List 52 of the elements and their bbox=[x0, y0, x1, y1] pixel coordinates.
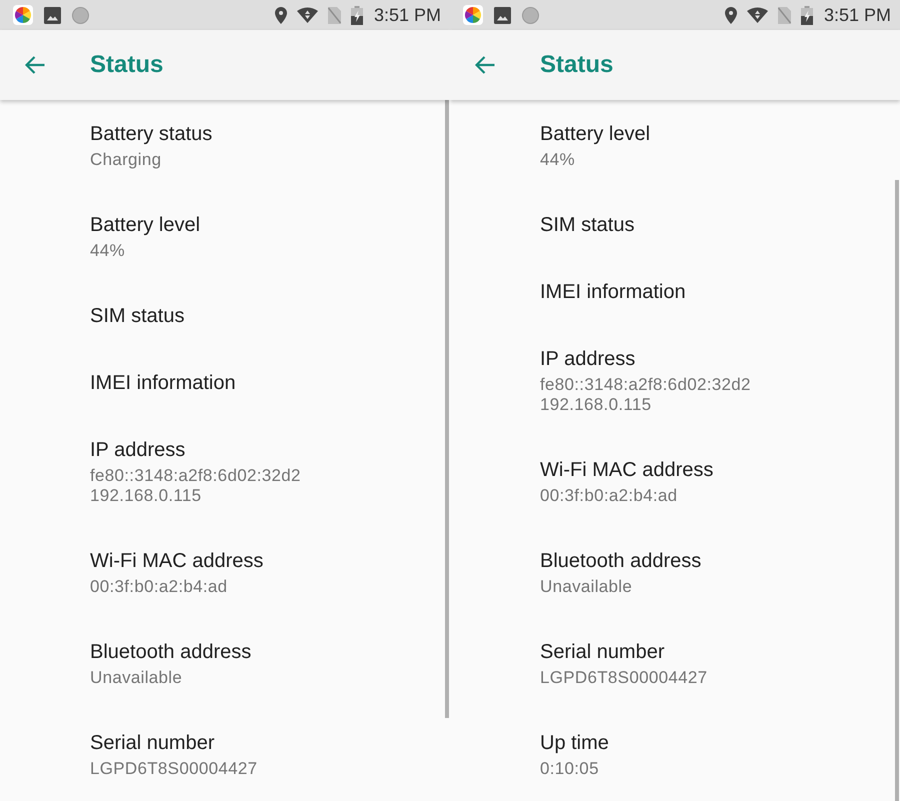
battery-charging-icon bbox=[800, 6, 813, 24]
setting-value: 192.168.0.115 bbox=[90, 486, 202, 506]
no-sim-icon bbox=[778, 6, 791, 24]
setting-title: IP address bbox=[90, 438, 186, 462]
screen-title: Status bbox=[90, 51, 164, 79]
arrow-left-icon bbox=[475, 56, 495, 74]
setting-value: Unavailable bbox=[540, 577, 632, 597]
setting-value: 00:3f:b0:a2:b4:ad bbox=[540, 486, 678, 506]
setting-value: 192.168.0.115 bbox=[540, 395, 652, 415]
setting-title: IMEI information bbox=[90, 371, 236, 395]
setting-title: SIM status bbox=[90, 304, 184, 328]
setting-title: IMEI information bbox=[540, 280, 686, 304]
circle-icon bbox=[72, 6, 89, 24]
setting-title: SIM status bbox=[540, 213, 634, 237]
setting-value: fe80::3148:a2f8:6d02:32d2 bbox=[540, 375, 751, 395]
wifi-icon bbox=[296, 7, 318, 23]
setting-title: Up time bbox=[540, 731, 609, 755]
setting-value: Unavailable bbox=[90, 668, 182, 688]
setting-title: Serial number bbox=[90, 731, 215, 755]
setting-title: Battery status bbox=[90, 122, 212, 146]
setting-title: Battery level bbox=[540, 122, 650, 146]
location-pin-icon bbox=[724, 6, 737, 24]
setting-title: Bluetooth address bbox=[90, 640, 252, 664]
setting-value: 44% bbox=[90, 241, 125, 261]
setting-value: Charging bbox=[90, 150, 162, 170]
clock-time: 3:51 PM bbox=[374, 5, 441, 25]
setting-title: Wi-Fi MAC address bbox=[540, 458, 714, 482]
setting-title: Serial number bbox=[540, 640, 665, 664]
battery-charging-icon bbox=[350, 6, 363, 24]
color-wheel-icon bbox=[13, 5, 33, 25]
screen-title: Status bbox=[540, 51, 614, 79]
setting-value: 00:3f:b0:a2:b4:ad bbox=[90, 577, 228, 597]
color-wheel-icon bbox=[463, 5, 483, 25]
setting-value: LGPD6T8S00004427 bbox=[540, 668, 708, 688]
setting-title: IP address bbox=[540, 347, 636, 371]
arrow-left-icon bbox=[25, 56, 45, 74]
image-icon bbox=[44, 6, 61, 24]
image-icon bbox=[494, 6, 511, 24]
setting-title: Battery level bbox=[90, 213, 200, 237]
setting-title: Wi-Fi MAC address bbox=[90, 549, 264, 573]
back-button[interactable] bbox=[475, 56, 495, 74]
location-pin-icon bbox=[274, 6, 287, 24]
setting-value: 0:10:05 bbox=[540, 759, 599, 779]
setting-value: fe80::3148:a2f8:6d02:32d2 bbox=[90, 466, 301, 486]
setting-value: LGPD6T8S00004427 bbox=[90, 759, 258, 779]
setting-title: Bluetooth address bbox=[540, 549, 702, 573]
setting-value: 44% bbox=[540, 150, 575, 170]
back-button[interactable] bbox=[25, 56, 45, 74]
wifi-icon bbox=[746, 7, 768, 23]
no-sim-icon bbox=[328, 6, 341, 24]
circle-icon bbox=[522, 6, 539, 24]
clock-time: 3:51 PM bbox=[824, 5, 891, 25]
